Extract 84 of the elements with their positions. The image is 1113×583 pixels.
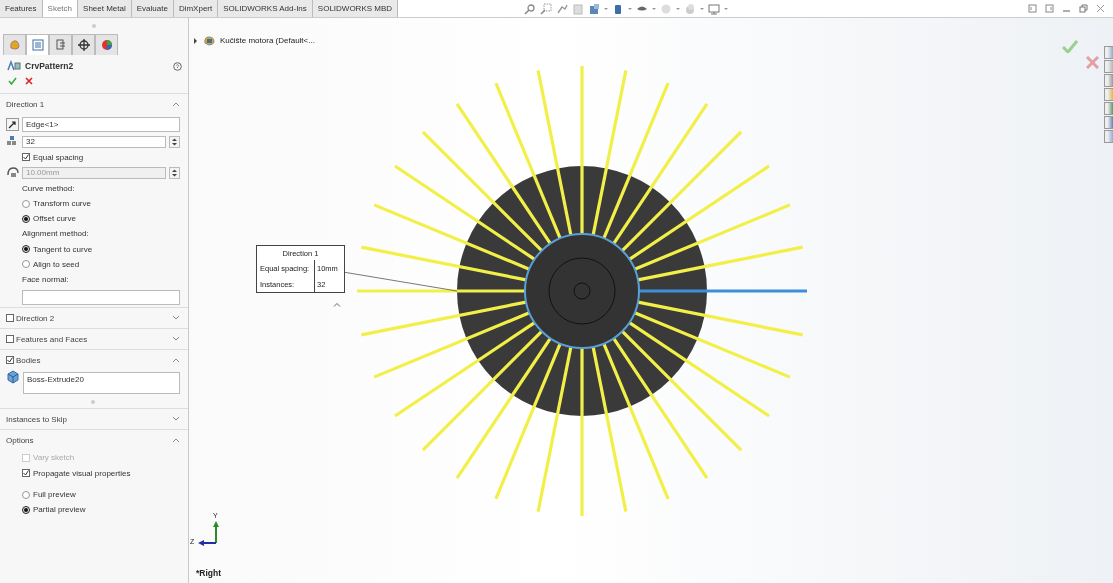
properties-icon xyxy=(30,38,45,52)
radio-label: Partial preview xyxy=(33,505,86,514)
section-checkbox[interactable] xyxy=(6,356,14,364)
checkbox-label: Propagate visual properties xyxy=(33,468,131,478)
body-icon xyxy=(6,370,20,384)
task-pane-tab[interactable] xyxy=(1104,102,1113,115)
caret-icon[interactable] xyxy=(724,6,729,11)
radio-label: Align to seed xyxy=(33,259,80,269)
task-pane-tab[interactable] xyxy=(1104,88,1113,101)
checkbox-label: Equal spacing xyxy=(33,152,84,162)
radio-button[interactable] xyxy=(22,505,30,514)
feature-title: CrvPattern2 xyxy=(25,61,75,71)
window-icon[interactable] xyxy=(1045,4,1054,13)
input-field[interactable]: 32 xyxy=(22,135,166,148)
checkbox-label: Vary sketch xyxy=(33,453,75,463)
display-icon xyxy=(99,38,114,52)
manager-tab[interactable] xyxy=(49,34,72,55)
cancel-x-icon[interactable] xyxy=(1086,56,1099,69)
cancel-icon[interactable] xyxy=(25,77,33,85)
input-field[interactable] xyxy=(22,289,180,305)
group-label: Curve method: xyxy=(22,183,75,193)
manager-tab[interactable] xyxy=(72,34,95,55)
section-title[interactable]: Instances to Skip xyxy=(6,414,170,424)
list-field[interactable]: Boss-Extrude20 xyxy=(23,372,180,394)
section-checkbox[interactable] xyxy=(6,335,14,343)
radio-button[interactable] xyxy=(22,199,30,208)
checkbox[interactable] xyxy=(22,153,30,162)
collapse-caret-icon[interactable] xyxy=(333,302,341,307)
part-name[interactable]: Kučište motora (Default<... xyxy=(220,36,315,45)
checkbox[interactable] xyxy=(22,469,30,478)
window-icon[interactable] xyxy=(1028,4,1037,13)
collapse-chevron-icon[interactable] xyxy=(172,437,180,443)
arrow-icon xyxy=(6,117,19,131)
spin-buttons[interactable] xyxy=(169,166,180,179)
panel-grip[interactable] xyxy=(92,24,96,28)
help-icon[interactable] xyxy=(173,61,182,71)
axis-triad-drawing xyxy=(198,521,219,546)
monitor-icon[interactable] xyxy=(708,2,721,15)
section-title[interactable]: Bodies xyxy=(16,355,170,365)
confirm-check-icon[interactable] xyxy=(1062,40,1078,53)
task-pane-tab[interactable] xyxy=(1104,130,1113,143)
caret-icon[interactable] xyxy=(652,6,657,11)
radio-button[interactable] xyxy=(22,245,30,253)
manager-tab[interactable] xyxy=(95,34,118,55)
caret-icon[interactable] xyxy=(676,6,681,11)
section-title[interactable]: Direction 1 xyxy=(6,99,170,109)
ok-check-icon[interactable] xyxy=(8,77,17,85)
radio-label: Offset curve xyxy=(33,214,76,223)
radio-button[interactable] xyxy=(22,214,30,223)
restore-icon[interactable] xyxy=(1079,4,1088,13)
task-pane-tab[interactable] xyxy=(1104,116,1113,129)
expand-chevron-icon[interactable] xyxy=(172,416,180,422)
collapse-chevron-icon[interactable] xyxy=(172,357,180,363)
collapse-chevron-icon[interactable] xyxy=(172,101,180,107)
radio-label: Tangent to curve xyxy=(33,244,93,254)
caret-icon[interactable] xyxy=(628,6,633,11)
task-pane-tab[interactable] xyxy=(1104,60,1113,73)
section-title[interactable]: Direction 2 xyxy=(16,313,170,323)
input-field[interactable]: Edge<1> xyxy=(22,116,180,132)
radio-button[interactable] xyxy=(22,260,30,268)
command-tab[interactable]: Sketch xyxy=(42,0,79,17)
task-pane-tab[interactable] xyxy=(1104,74,1113,87)
caret-icon[interactable] xyxy=(604,6,609,11)
list-grip[interactable] xyxy=(91,400,95,404)
zoom-to-fit-icon[interactable] xyxy=(524,2,537,15)
section-title[interactable]: Features and Faces xyxy=(16,334,170,344)
view-label: *Right xyxy=(196,568,222,578)
expand-chevron-icon[interactable] xyxy=(172,336,180,342)
section-checkbox[interactable] xyxy=(6,314,14,322)
spacing-icon xyxy=(6,166,19,180)
task-pane-tab[interactable] xyxy=(1104,46,1113,59)
radio-label: Full preview xyxy=(33,490,76,499)
radio-button[interactable] xyxy=(22,490,30,499)
close-icon[interactable] xyxy=(1096,4,1105,13)
group-label: Alignment method: xyxy=(22,229,89,239)
section-title[interactable]: Options xyxy=(6,435,170,445)
spin-buttons[interactable] xyxy=(169,135,180,148)
group-label: Face normal: xyxy=(22,274,69,284)
zoom-area-icon[interactable] xyxy=(540,2,553,15)
expand-arrow-icon[interactable] xyxy=(193,37,198,44)
caret-icon[interactable] xyxy=(700,6,705,11)
dimxpert-icon xyxy=(76,38,91,52)
expand-chevron-icon[interactable] xyxy=(172,315,180,321)
radio-label: Transform curve xyxy=(33,199,91,208)
